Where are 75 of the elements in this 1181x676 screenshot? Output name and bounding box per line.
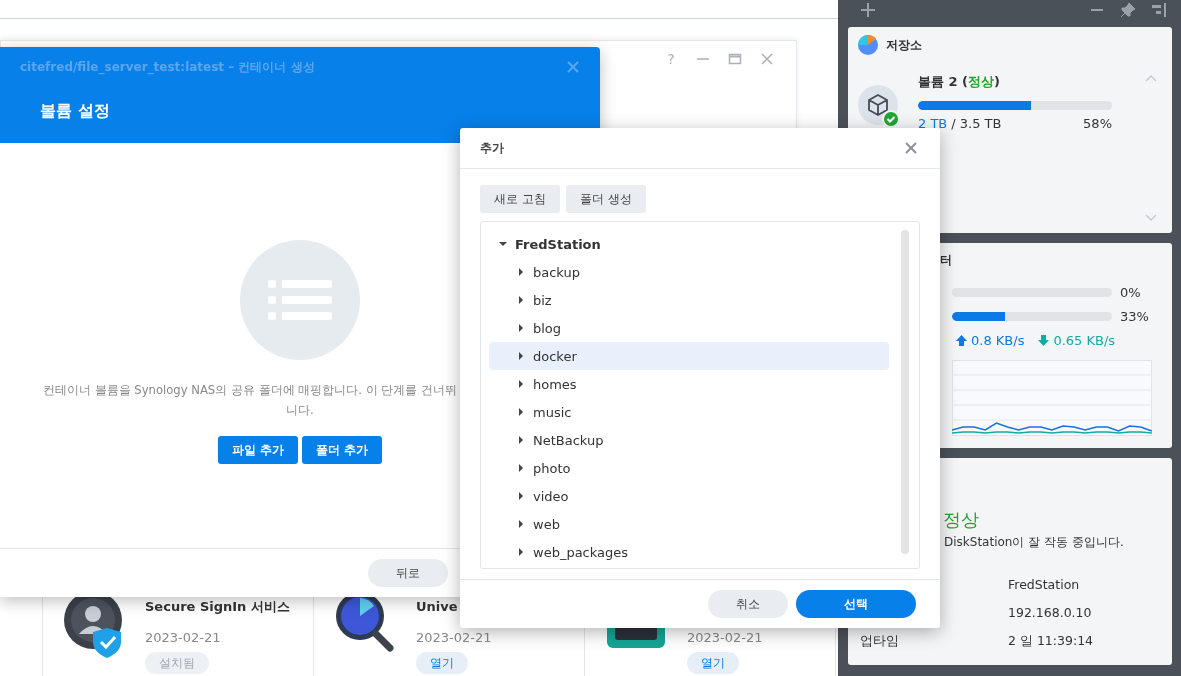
pie-chart-icon — [858, 35, 878, 55]
volume-name-end: ) — [994, 74, 1000, 89]
open-button[interactable]: 열기 — [416, 652, 468, 674]
open-button[interactable]: 열기 — [687, 652, 739, 674]
tree-item[interactable]: video — [489, 482, 889, 510]
widget-title: 저장소 — [886, 36, 922, 54]
dialog-title: citefred/file_server_test:latest – 컨테이너 생성 — [20, 58, 315, 76]
caret-right-icon — [517, 352, 525, 360]
add-button[interactable]: 파일 추가 — [217, 436, 298, 464]
volume-status: 정상 — [968, 74, 995, 89]
tree-item[interactable]: music — [489, 398, 889, 426]
tree-item[interactable]: FredStation — [489, 230, 889, 258]
health-status: 정상 — [943, 508, 980, 532]
meter-reading: 0% — [1120, 284, 1141, 300]
chevron-up-icon[interactable] — [1144, 73, 1158, 83]
cancel-button[interactable]: 취소 — [708, 590, 788, 618]
caret-right-icon — [517, 548, 525, 556]
select-button[interactable]: 선택 — [796, 590, 916, 618]
download-speed: 0.65 KB/s — [1053, 332, 1116, 348]
scrollbar[interactable] — [901, 230, 909, 554]
tree-item[interactable]: photo — [489, 454, 889, 482]
back-button[interactable]: 뒤로 — [368, 559, 448, 587]
caret-right-icon — [517, 380, 525, 388]
caret-right-icon — [517, 436, 525, 444]
close-icon[interactable] — [904, 141, 918, 155]
usage-percent: 58% — [1083, 116, 1112, 131]
volume-name: 볼륨 2 ( — [918, 74, 969, 89]
dialog-title: 추가 — [480, 139, 504, 157]
caret-right-icon — [517, 464, 525, 472]
toolbar-button[interactable]: 새로 고침 — [480, 185, 560, 213]
app-title: Unive — [416, 598, 458, 616]
used-size: 2 TB — [918, 116, 948, 131]
maximize-icon[interactable] — [728, 52, 742, 66]
caret-right-icon — [517, 324, 525, 332]
tree-item[interactable]: backup — [489, 258, 889, 286]
toolbar-button[interactable]: 폴더 생성 — [565, 185, 646, 213]
info-value: 2 일 11:39:14 — [1008, 633, 1095, 649]
tree-item[interactable]: blog — [489, 314, 889, 342]
add-button[interactable]: 폴더 추가 — [302, 436, 383, 464]
app-date: 2023-02-21 — [687, 630, 763, 646]
upload-speed: 0.8 KB/s — [971, 332, 1025, 348]
tree-item[interactable]: docker — [489, 342, 889, 370]
app-date: 2023-02-21 — [145, 630, 221, 646]
caret-right-icon — [517, 492, 525, 500]
info-label: 업타임 — [860, 633, 900, 649]
close-icon[interactable] — [760, 52, 774, 66]
caret-right-icon — [517, 520, 525, 528]
caret-down-icon — [499, 240, 507, 248]
widget-title: 터 — [940, 252, 953, 269]
download-arrow-icon — [1038, 334, 1050, 346]
caret-right-icon — [517, 268, 525, 276]
description-text: 니다. — [286, 402, 314, 419]
info-value: FredStation — [1008, 577, 1081, 593]
upload-arrow-icon — [956, 334, 967, 346]
app-title: Secure SignIn 서비스 — [145, 598, 290, 616]
sidebar-icon[interactable] — [1151, 2, 1167, 18]
health-message: DiskStation이 잘 작동 중입니다. — [944, 534, 1125, 551]
chevron-down-icon[interactable] — [1144, 213, 1158, 223]
tree-item[interactable]: web — [489, 510, 889, 538]
tree-item[interactable]: NetBackup — [489, 426, 889, 454]
add-icon[interactable] — [860, 2, 876, 18]
app-date: 2023-02-21 — [416, 630, 492, 646]
description-text: 컨테이너 볼륨을 Synology NAS의 공유 폴더에 매핑합니다. 이 단계를 건너뛰 — [43, 382, 457, 399]
tree-item[interactable]: web_packages — [489, 538, 889, 566]
tree-item[interactable]: biz — [489, 286, 889, 314]
caret-right-icon — [517, 296, 525, 304]
tree-item[interactable]: homes — [489, 370, 889, 398]
close-icon[interactable] — [566, 60, 580, 74]
caret-right-icon — [517, 408, 525, 416]
info-value: 192.168.0.10 — [1008, 605, 1093, 621]
total-size: / 3.5 TB — [951, 116, 1002, 131]
dialog-heading: 볼륨 설정 — [40, 101, 111, 122]
list-icon — [240, 240, 360, 360]
meter-reading: 33% — [1120, 308, 1149, 324]
pin-icon[interactable] — [1120, 2, 1136, 18]
